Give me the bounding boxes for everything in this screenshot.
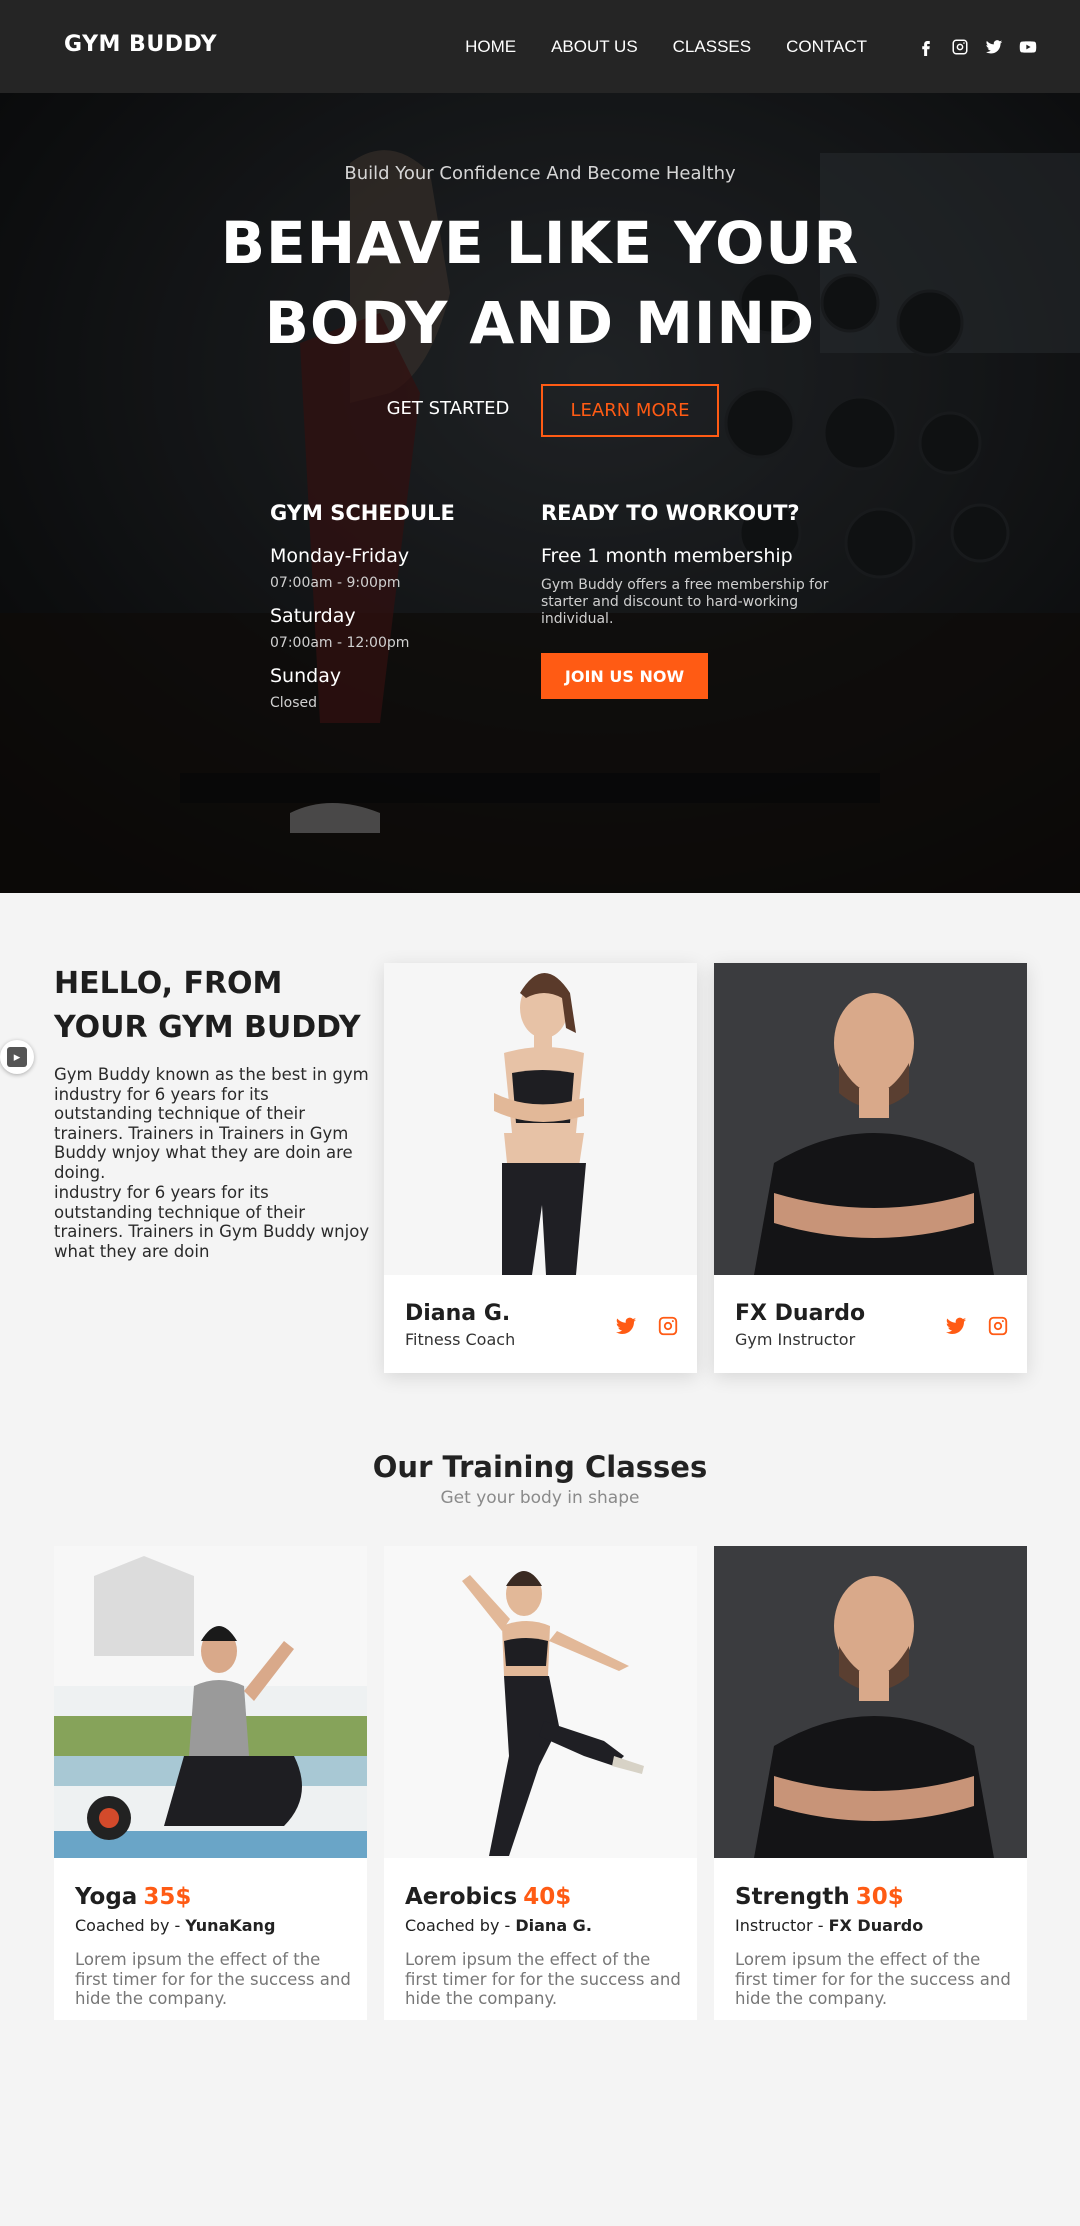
trainer-card: Diana G. Fitness Coach [384, 963, 697, 1373]
gym-schedule-title: GYM SCHEDULE [270, 501, 455, 525]
class-name: Yoga [75, 1884, 138, 1910]
coach-label: Instructor - [735, 1916, 829, 1935]
class-title: Aerobics 40$ [405, 1884, 571, 1910]
brand-logo[interactable]: GYM BUDDY [64, 32, 217, 57]
instagram-icon[interactable] [950, 37, 970, 57]
class-photo [714, 1546, 1027, 1858]
ready-title: READY TO WORKOUT? [541, 501, 800, 525]
chevron-right-icon: ▸ [7, 1047, 27, 1067]
class-price: 40$ [523, 1884, 572, 1910]
class-photo [384, 1546, 697, 1858]
membership-lead: Free 1 month membership [541, 545, 793, 567]
nav-classes[interactable]: CLASSES [673, 37, 751, 57]
class-card[interactable]: Aerobics 40$ Coached by - Diana G. Lorem … [384, 1546, 697, 2020]
schedule-day: Monday-Friday [270, 545, 410, 567]
hero-content: Build Your Confidence And Become Healthy… [0, 93, 1080, 893]
trainer-card: FX Duardo Gym Instructor [714, 963, 1027, 1373]
class-name: Strength [735, 1884, 850, 1910]
class-title: Strength 30$ [735, 1884, 904, 1910]
coach-label: Coached by - [75, 1916, 186, 1935]
class-price: 30$ [855, 1884, 904, 1910]
schedule-day: Sunday [270, 665, 342, 687]
instagram-icon[interactable] [657, 1315, 679, 1337]
class-description: Lorem ipsum the effect of the first time… [75, 1950, 351, 2008]
hello-paragraph-1: Gym Buddy known as the best in gym indus… [54, 1065, 369, 1182]
side-panel-toggle[interactable]: ▸ [0, 1040, 34, 1074]
schedule-day: Saturday [270, 605, 356, 627]
coach-label: Coached by - [405, 1916, 516, 1935]
twitter-icon[interactable] [615, 1315, 637, 1337]
trainer-role: Gym Instructor [735, 1330, 856, 1349]
join-us-now-button[interactable]: JOIN US NOW [541, 653, 708, 699]
hero-title-line-2: BODY AND MIND [264, 289, 816, 357]
class-photo [54, 1546, 367, 1858]
learn-more-button[interactable]: LEARN MORE [541, 384, 719, 437]
membership-description: Gym Buddy offers a free membership for s… [541, 577, 829, 627]
main-nav: HOME ABOUT US CLASSES CONTACT [465, 0, 1080, 93]
class-name: Aerobics [405, 1884, 518, 1910]
instagram-icon[interactable] [987, 1315, 1009, 1337]
class-card[interactable]: Strength 30$ Instructor - FX Duardo Lorem… [714, 1546, 1027, 2020]
hero-title-line-1: BEHAVE LIKE YOUR [220, 209, 860, 277]
hello-title: HELLO, FROM YOUR GYM BUDDY [54, 962, 374, 1050]
trainer-socials [925, 1315, 1009, 1337]
twitter-icon[interactable] [984, 37, 1004, 57]
class-price: 35$ [143, 1884, 192, 1910]
trainer-info: Diana G. Fitness Coach [405, 1301, 515, 1349]
schedule-hours: 07:00am - 12:00pm [270, 635, 410, 651]
class-description: Lorem ipsum the effect of the first time… [735, 1950, 1011, 2008]
hello-paragraph-2: industry for 6 years for its outstanding… [54, 1183, 370, 1261]
schedule-hours: 07:00am - 9:00pm [270, 575, 401, 591]
hero-subtitle: Build Your Confidence And Become Healthy [344, 163, 736, 184]
class-coach: Instructor - FX Duardo [735, 1916, 923, 1935]
coach-name: Diana G. [515, 1916, 592, 1935]
classes-subtitle: Get your body in shape [440, 1488, 640, 1508]
top-navbar: GYM BUDDY HOME ABOUT US CLASSES CONTACT [0, 0, 1080, 93]
trainer-info: FX Duardo Gym Instructor [735, 1301, 865, 1349]
hero-title: BEHAVE LIKE YOUR BODY AND MIND [0, 203, 1080, 363]
trainer-photo [384, 963, 697, 1275]
ready-to-workout: READY TO WORKOUT? Free 1 month membershi… [541, 501, 831, 628]
trainer-photo [714, 963, 1027, 1275]
hero-section: Build Your Confidence And Become Healthy… [0, 93, 1080, 893]
hello-title-line-2: YOUR GYM BUDDY [54, 1010, 361, 1045]
nav-home[interactable]: HOME [465, 37, 516, 57]
social-links [902, 37, 1038, 57]
trainer-name: FX Duardo [735, 1301, 866, 1326]
get-started-button[interactable]: GET STARTED [368, 383, 528, 433]
hello-title-line-1: HELLO, FROM [54, 966, 283, 1001]
class-card[interactable]: Yoga 35$ Coached by - YunaKang Lorem ipsu… [54, 1546, 367, 2020]
class-description: Lorem ipsum the effect of the first time… [405, 1950, 681, 2008]
trainer-name: Diana G. [405, 1301, 511, 1326]
nav-contact[interactable]: CONTACT [786, 37, 867, 57]
class-coach: Coached by - Diana G. [405, 1916, 592, 1935]
coach-name: FX Duardo [828, 1916, 924, 1935]
twitter-icon[interactable] [945, 1315, 967, 1337]
facebook-icon[interactable] [916, 37, 936, 57]
class-coach: Coached by - YunaKang [75, 1916, 275, 1935]
youtube-icon[interactable] [1018, 37, 1038, 57]
class-title: Yoga 35$ [75, 1884, 191, 1910]
schedule-hours: Closed [270, 695, 318, 711]
gym-schedule: GYM SCHEDULE Monday-Friday 07:00am - 9:0… [270, 501, 520, 725]
nav-about-us[interactable]: ABOUT US [551, 37, 638, 57]
trainer-socials [595, 1315, 679, 1337]
classes-title: Our Training Classes [372, 1450, 708, 1484]
trainer-role: Fitness Coach [405, 1330, 516, 1349]
coach-name: YunaKang [185, 1916, 276, 1935]
